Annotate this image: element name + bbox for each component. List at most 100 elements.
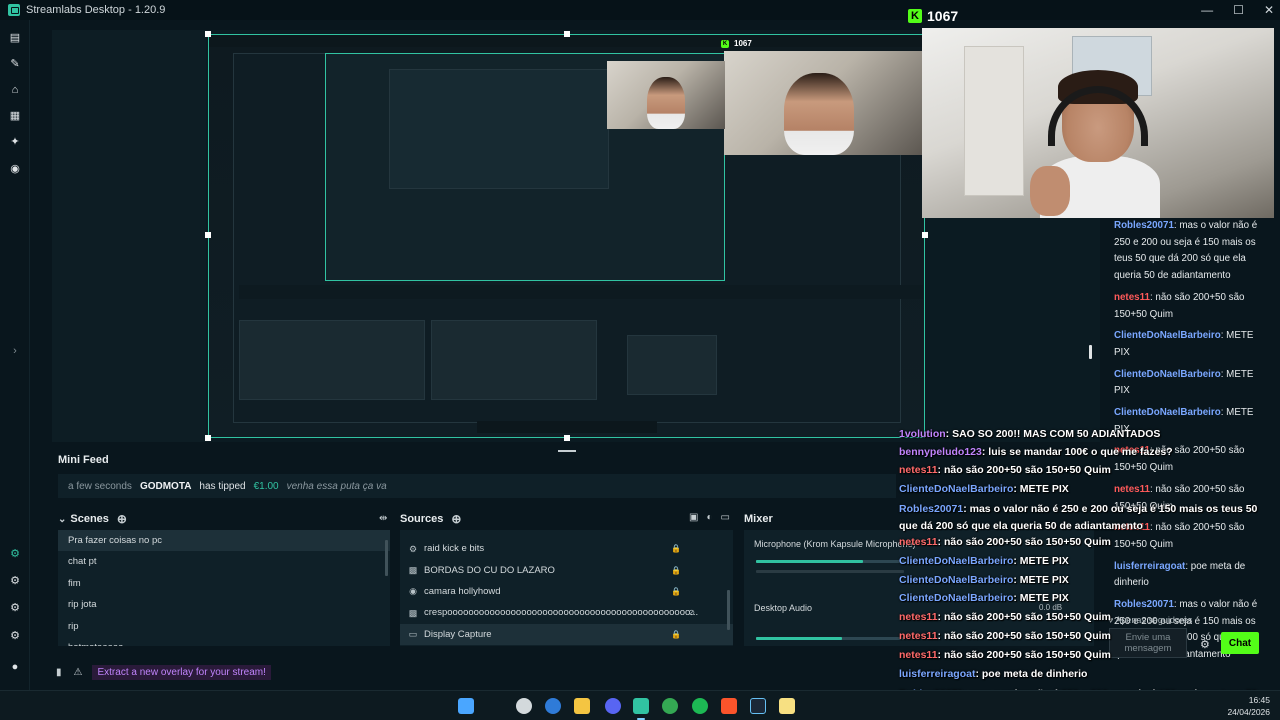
chat-settings-icon[interactable]: ⚙ bbox=[1200, 638, 1210, 651]
scene-item[interactable]: chat pt bbox=[58, 551, 390, 572]
alert-icon[interactable]: ⚠ bbox=[74, 667, 83, 678]
resize-handle[interactable] bbox=[922, 232, 928, 238]
window-controls: — ☐ ✕ bbox=[1201, 0, 1274, 20]
source-item[interactable]: ▩ BORDAS DO CU DO LAZARO 🔒 bbox=[400, 559, 733, 580]
streamlabs-icon[interactable] bbox=[633, 698, 649, 714]
chat-username[interactable]: netes11 bbox=[1114, 522, 1150, 533]
browser-icon[interactable] bbox=[545, 698, 561, 714]
chrome-icon[interactable] bbox=[662, 698, 678, 714]
kick-viewer-counter: K 1067 bbox=[908, 8, 958, 24]
lock-icon[interactable]: 🔒 bbox=[671, 566, 681, 575]
layout-icon[interactable]: ▦ bbox=[9, 110, 21, 122]
toggle-icon[interactable]: ◐ bbox=[706, 512, 712, 523]
chat-username[interactable]: netes11 bbox=[1114, 292, 1150, 303]
source-item[interactable]: ◉ camara hollyhowd 🔒 bbox=[400, 581, 733, 602]
viewer-count: 1067 bbox=[927, 8, 959, 24]
themes-icon[interactable]: ✎ bbox=[9, 58, 21, 70]
integrations-icon[interactable]: ⚙ bbox=[9, 602, 21, 614]
mixer-header: Mixer bbox=[744, 510, 773, 528]
chat-message: ClienteDoNaelBarbeiro: METE PIX bbox=[1104, 405, 1274, 438]
resize-handle[interactable] bbox=[564, 31, 570, 37]
editor-icon[interactable]: ▤ bbox=[9, 32, 21, 44]
scene-item[interactable]: rip bbox=[58, 616, 390, 637]
steam-icon[interactable] bbox=[750, 698, 766, 714]
chat-username[interactable]: Robles20071 bbox=[1114, 220, 1174, 231]
scene-item[interactable]: rip jota bbox=[58, 594, 390, 615]
sources-toolbar: ▣ ◐ ▭ bbox=[689, 512, 730, 523]
chat-username[interactable]: netes11 bbox=[1114, 445, 1150, 456]
nested-chat-overlay bbox=[709, 265, 919, 435]
notepad-icon[interactable] bbox=[779, 698, 795, 714]
event-user: GODMOTA bbox=[139, 480, 192, 492]
mini-feed-event[interactable]: a few seconds GODMOTA has tipped €1.00 v… bbox=[58, 474, 896, 498]
discord-icon[interactable] bbox=[605, 698, 621, 714]
resize-handle[interactable] bbox=[205, 435, 211, 441]
resize-handle[interactable] bbox=[205, 232, 211, 238]
stats-icon[interactable]: ▮ bbox=[56, 667, 62, 678]
chat-messages: Robles20071: mas o valor não é 250 e 200… bbox=[1104, 218, 1274, 664]
chat-username[interactable]: Robles20071 bbox=[1114, 599, 1174, 610]
mixer-title: Mixer bbox=[744, 513, 773, 525]
nested-webcam bbox=[724, 51, 924, 155]
lock-icon[interactable]: 🔒 bbox=[671, 630, 681, 639]
chat-message: ClienteDoNaelBarbeiro: METE PIX bbox=[1104, 328, 1274, 361]
add-scene-icon[interactable]: ⊕ bbox=[117, 512, 127, 526]
maximize-button[interactable]: ☐ bbox=[1233, 3, 1244, 17]
spotify-icon[interactable] bbox=[692, 698, 708, 714]
scene-item[interactable]: Pra fazer coisas no pc bbox=[58, 530, 390, 552]
close-button[interactable]: ✕ bbox=[1264, 3, 1274, 17]
settings-icon[interactable]: ⚙ bbox=[9, 630, 21, 642]
volume-slider[interactable] bbox=[756, 570, 904, 573]
chat-username[interactable]: luisferreiragoat bbox=[1114, 561, 1185, 572]
search-icon[interactable] bbox=[516, 698, 532, 714]
alert-box-icon[interactable]: ✦ bbox=[9, 136, 21, 148]
dashboard-icon[interactable]: ⚙ bbox=[9, 548, 21, 560]
image-icon: ▩ bbox=[408, 565, 418, 576]
store-icon[interactable]: ⌂ bbox=[9, 84, 21, 96]
nested-webcam-2 bbox=[607, 61, 725, 129]
brave-icon[interactable] bbox=[721, 698, 737, 714]
add-folder-icon[interactable]: ▭ bbox=[721, 512, 730, 523]
source-name: crespooooooooooooooooooooooooooooooooooo… bbox=[424, 607, 699, 619]
chat-message: netes11: não são 200+50 são 150+50 Quim bbox=[1104, 443, 1274, 476]
record-icon[interactable]: ◉ bbox=[9, 163, 21, 175]
nested-kick-counter: K 1067 bbox=[721, 39, 752, 48]
add-source-icon[interactable]: ⊕ bbox=[451, 512, 461, 526]
chat-username[interactable]: netes11 bbox=[1114, 484, 1150, 495]
kick-logo-icon: K bbox=[908, 9, 922, 23]
chat-panel: Robles20071: mas o valor não é 250 e 200… bbox=[1104, 218, 1274, 660]
chat-username[interactable]: ClienteDoNaelBarbeiro bbox=[1114, 407, 1221, 418]
windows-start-icon[interactable] bbox=[458, 698, 474, 714]
stream-preview[interactable]: K 1067 bbox=[208, 34, 925, 438]
side-navigation: ▤ ✎ ⌂ ▦ ✦ ◉ › ⚙ ⚙ ⚙ ⚙ ● bbox=[0, 20, 30, 700]
minimize-button[interactable]: — bbox=[1201, 3, 1213, 17]
title-bar: Streamlabs Desktop - 1.20.9 — ☐ ✕ bbox=[0, 0, 1280, 20]
file-explorer-icon[interactable] bbox=[574, 698, 590, 714]
extract-overlay-link[interactable]: Extract a new overlay for your stream! bbox=[92, 664, 271, 680]
chat-input[interactable]: Envie uma mensagem bbox=[1109, 628, 1187, 658]
lock-icon[interactable]: 🔒 bbox=[671, 544, 681, 553]
profile-icon[interactable]: ● bbox=[9, 661, 21, 673]
chat-username[interactable]: ClienteDoNaelBarbeiro bbox=[1114, 330, 1221, 341]
source-item[interactable]: ⚙ raid kick e bits 🔒 bbox=[400, 538, 733, 559]
chat-send-button[interactable]: Chat bbox=[1221, 632, 1259, 654]
scenes-scrollbar[interactable] bbox=[385, 540, 388, 576]
sources-scrollbar[interactable] bbox=[727, 590, 730, 630]
hidden-icon[interactable]: ⊘ bbox=[688, 608, 695, 617]
chat-username[interactable]: ClienteDoNaelBarbeiro bbox=[1114, 369, 1221, 380]
scene-item[interactable]: fim bbox=[58, 573, 390, 594]
folder-icon[interactable]: ▣ bbox=[689, 512, 698, 523]
source-item[interactable]: ▭ Display Capture 🔒 bbox=[400, 623, 733, 645]
collapse-panel-icon[interactable]: ⇹ bbox=[379, 513, 387, 524]
chevron-down-icon[interactable]: ⌄ bbox=[58, 514, 66, 525]
lock-icon[interactable]: 🔒 bbox=[671, 587, 681, 596]
ideas-icon[interactable]: ⚙ bbox=[9, 575, 21, 587]
chevron-right-icon[interactable]: › bbox=[9, 345, 21, 357]
resize-handle[interactable] bbox=[564, 435, 570, 441]
source-item[interactable]: ▩ crespooooooooooooooooooooooooooooooooo… bbox=[400, 602, 733, 623]
chat-resize-handle[interactable] bbox=[1089, 345, 1092, 359]
system-clock[interactable]: 16:45 24/04/2026 bbox=[1227, 694, 1270, 718]
scene-item[interactable]: hotmotaaaaa bbox=[58, 637, 390, 646]
resize-handle[interactable] bbox=[205, 31, 211, 37]
nested-mixer bbox=[627, 335, 717, 395]
